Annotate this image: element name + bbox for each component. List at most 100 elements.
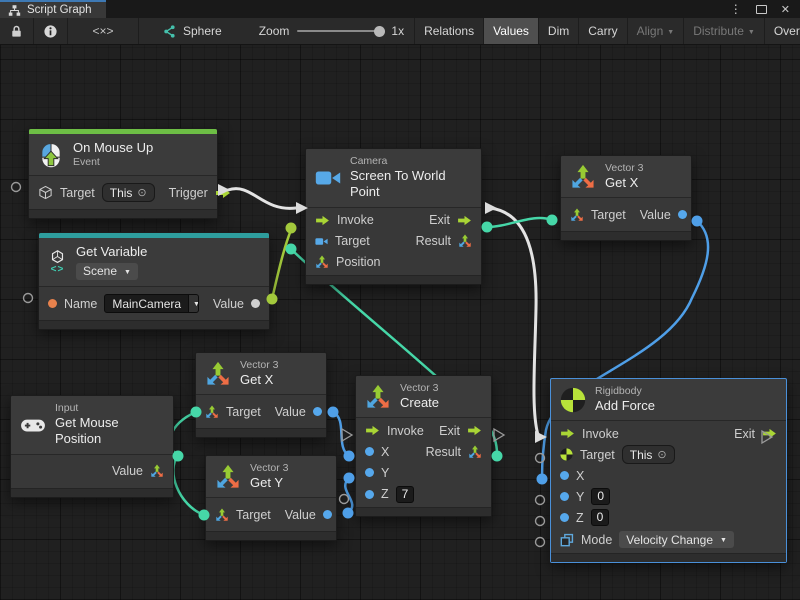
self-target-icon: ⊙ [657,448,666,461]
vector3-icon[interactable] [468,445,482,459]
flow-arrow-icon[interactable] [365,425,380,436]
port-value-label: Value [640,208,671,222]
gamepad-icon [20,416,46,434]
vector3-icon [570,164,596,190]
carry-label: Carry [588,24,617,38]
node-get-variable[interactable]: <> Get Variable Scene▼ Name MainCamera ▼… [38,232,270,330]
port-invoke-label: Invoke [582,427,619,441]
target-this-pill[interactable]: This ⊙ [622,445,675,464]
node-add-force[interactable]: Rigidbody Add Force Invoke Exit Target T… [550,378,787,563]
flow-arrow-icon[interactable] [315,215,330,226]
port-value-dot[interactable] [251,299,260,308]
flow-arrow-icon[interactable] [762,428,777,439]
vector3-icon[interactable] [570,208,584,222]
vector3-icon[interactable] [215,508,229,522]
variable-name-dropdown[interactable]: MainCamera ▼ [104,294,199,313]
vector3-icon[interactable] [205,405,219,419]
flow-arrow-icon[interactable] [215,187,231,199]
code-toggle-button[interactable]: <×> [68,18,139,44]
chevron-down-icon: ▼ [748,29,755,36]
port-exit-label: Exit [439,424,460,438]
graph-breadcrumb[interactable]: Sphere [139,18,231,44]
distribute-button[interactable]: Distribute▼ [683,18,764,44]
port-position-label: Position [336,255,380,269]
vector3-icon[interactable] [315,255,329,269]
port-exit-label: Exit [734,427,755,441]
node-get-y[interactable]: Vector 3 Get Y Target Value [205,455,337,541]
graph-toolbar: <×> Sphere Zoom 1x Relations Values Dim … [0,18,800,45]
window-menu-icon[interactable]: ⋮ [730,2,742,16]
scope-label: Scene [83,264,117,279]
node-get-x-mid[interactable]: Vector 3 Get X Target Value [195,352,327,438]
lock-button[interactable] [0,18,34,44]
chevron-down-icon: ▼ [720,537,727,544]
port-value-dot[interactable] [323,510,332,519]
vector3-icon[interactable] [458,234,472,248]
vector3-icon[interactable] [150,464,164,478]
overview-button[interactable]: Overview [764,18,800,44]
align-button[interactable]: Align▼ [627,18,684,44]
node-create-vector3[interactable]: Vector 3 Create Invoke Exit X Result Y Z… [355,375,492,517]
node-title: Get Y [250,475,289,491]
port-value-label: Value [213,297,244,311]
dim-button[interactable]: Dim [538,18,578,44]
port-value-dot[interactable] [678,210,687,219]
port-y-dot[interactable] [560,492,569,501]
window-controls: ⋮ ✕ [730,0,800,18]
port-z-dot[interactable] [365,490,374,499]
vector3-icon [365,384,391,410]
chevron-down-icon: ▼ [667,29,674,36]
node-footer [29,209,217,218]
node-on-mouse-up[interactable]: On Mouse Up Event Target This⊙ Trigger [28,128,218,219]
z-value-field[interactable]: 7 [396,486,415,503]
port-z-dot[interactable] [560,513,569,522]
values-button[interactable]: Values [483,18,538,44]
port-y-label: Y [576,490,584,504]
port-target-label: Target [226,405,261,419]
flow-arrow-icon[interactable] [560,428,575,439]
port-y-dot[interactable] [365,468,374,477]
z-value-field[interactable]: 0 [591,509,610,526]
node-get-mouse-position[interactable]: Input Get Mouse Position Value [10,395,174,498]
zoom-slider[interactable] [297,30,383,32]
carry-button[interactable]: Carry [578,18,626,44]
relations-button[interactable]: Relations [414,18,483,44]
port-x-label: X [576,469,584,483]
dim-label: Dim [548,24,569,38]
variable-scope-dropdown[interactable]: Scene▼ [76,263,138,280]
port-name-label: Name [64,297,97,311]
info-button[interactable] [34,18,68,44]
target-this-pill[interactable]: This⊙ [102,183,155,202]
camera-icon[interactable] [315,235,328,248]
zoom-slider-thumb[interactable] [374,26,385,37]
this-label: This [630,448,653,462]
code-toggle-icon: <×> [92,24,113,38]
port-value-label: Value [112,464,143,478]
relations-label: Relations [424,24,474,38]
node-title: On Mouse Up [73,140,153,156]
graph-tab-icon [8,4,21,17]
port-value-label: Value [275,405,306,419]
mode-dropdown[interactable]: Velocity Change▼ [619,531,734,548]
maximize-icon[interactable] [756,5,767,14]
flow-arrow-icon[interactable] [457,215,472,226]
port-name-dot[interactable] [48,299,57,308]
port-target-label: Target [236,508,271,522]
flow-arrow-icon[interactable] [467,425,482,436]
port-x-dot[interactable] [365,447,374,456]
node-group: Vector 3 [240,359,279,372]
rigidbody-icon[interactable] [560,448,573,461]
node-group: Vector 3 [605,162,644,175]
node-get-x-top[interactable]: Vector 3 Get X Target Value [560,155,692,241]
mouse-up-icon [38,142,64,168]
node-group: Vector 3 [250,462,289,475]
close-icon[interactable]: ✕ [781,3,790,16]
port-target-label: Target [60,186,95,200]
y-value-field[interactable]: 0 [591,488,610,505]
port-value-dot[interactable] [313,407,322,416]
enum-icon[interactable] [560,533,574,547]
tab-script-graph[interactable]: Script Graph [0,0,106,18]
port-x-dot[interactable] [560,471,569,480]
node-title: Get Mouse Position [55,415,163,448]
node-screen-to-world-point[interactable]: Camera Screen To World Point Invoke Exit… [305,148,482,285]
